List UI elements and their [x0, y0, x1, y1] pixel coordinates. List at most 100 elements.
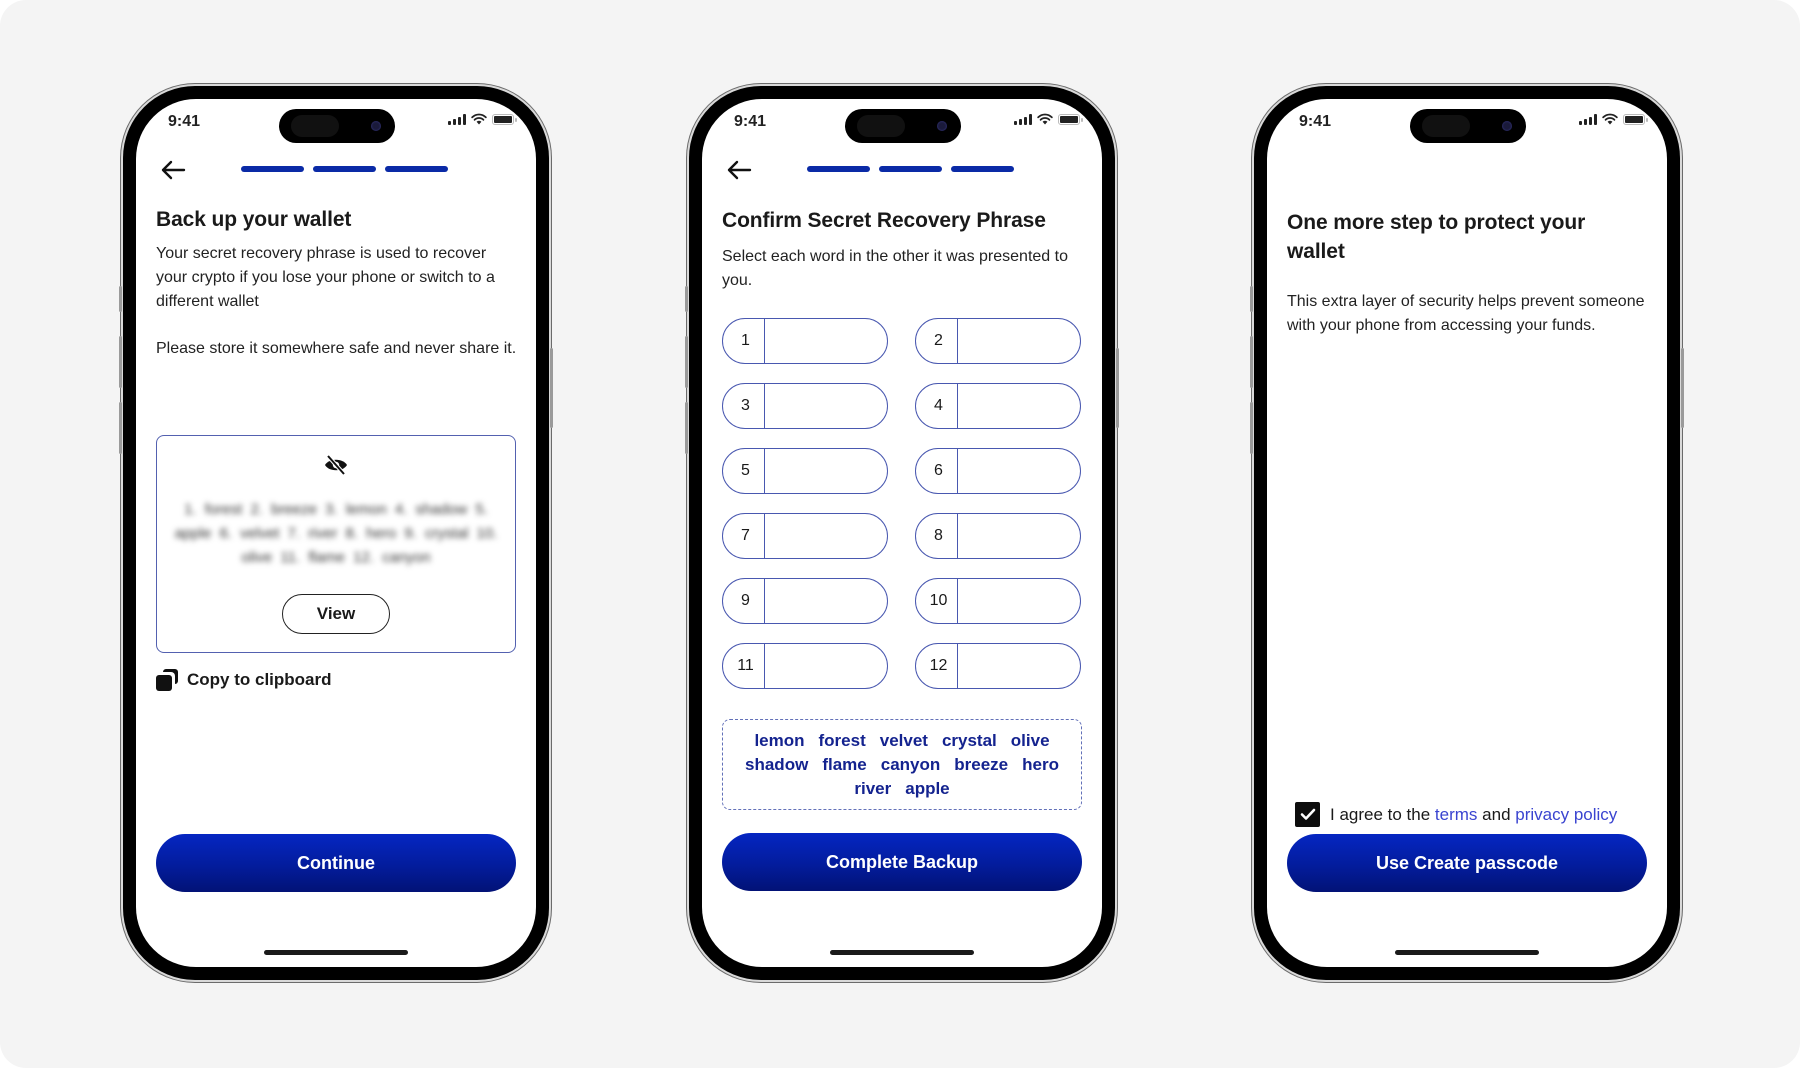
back-arrow-icon[interactable]: [158, 157, 188, 183]
word-chip[interactable]: forest: [819, 729, 866, 752]
volume-down-button: [1250, 402, 1253, 454]
action-button: [685, 286, 688, 312]
word-slot-number: 8: [916, 514, 958, 558]
privacy-policy-link[interactable]: privacy policy: [1515, 805, 1617, 824]
view-phrase-button[interactable]: View: [282, 594, 390, 634]
word-chip[interactable]: breeze: [954, 753, 1008, 776]
agree-and: and: [1482, 804, 1511, 824]
word-slot-number: 9: [723, 579, 765, 623]
signal-icon: [448, 113, 466, 125]
word-slot-value[interactable]: [765, 514, 887, 558]
status-time: 9:41: [1299, 113, 1332, 130]
screen: 9:41 Back up your wallet Your secret rec…: [136, 99, 536, 967]
word-slot-number: 10: [916, 579, 958, 623]
volume-down-button: [119, 402, 122, 454]
volume-up-button: [119, 336, 122, 388]
word-slot-8[interactable]: 8: [915, 513, 1081, 559]
word-slot-value[interactable]: [765, 319, 887, 363]
screen: 9:41 Confirm Secret Recovery Phrase Sele…: [702, 99, 1102, 967]
agree-terms-row: I agree to the terms and privacy policy: [1295, 802, 1617, 827]
word-slot-value[interactable]: [958, 644, 1080, 688]
word-slot-number: 12: [916, 644, 958, 688]
word-slot-value[interactable]: [765, 579, 887, 623]
home-indicator[interactable]: [830, 950, 974, 955]
word-slot-value[interactable]: [765, 644, 887, 688]
copy-label: Copy to clipboard: [187, 670, 332, 689]
status-time: 9:41: [734, 113, 767, 130]
page-title: One more step to protect your wallet: [1287, 211, 1586, 263]
word-chip[interactable]: shadow: [745, 753, 808, 776]
page-title: Confirm Secret Recovery Phrase: [722, 209, 1046, 232]
word-chip[interactable]: flame: [822, 753, 866, 776]
dynamic-island: [279, 109, 395, 143]
word-slot-2[interactable]: 2: [915, 318, 1081, 364]
word-slot-5[interactable]: 5: [722, 448, 888, 494]
home-indicator[interactable]: [264, 950, 408, 955]
word-slot-7[interactable]: 7: [722, 513, 888, 559]
word-slot-12[interactable]: 12: [915, 643, 1081, 689]
create-passcode-button[interactable]: Use Create passcode: [1287, 834, 1647, 892]
step-progress: [807, 166, 1014, 172]
word-chip[interactable]: olive: [1011, 729, 1050, 752]
recovery-phrase-box: 1. forest 2. breeze 3. lemon 4. shadow 5…: [156, 435, 516, 653]
copy-to-clipboard-button[interactable]: Copy to clipboard: [156, 669, 332, 691]
phone-confirm-phrase: 9:41 Confirm Secret Recovery Phrase Sele…: [685, 86, 1119, 980]
progress-step: [385, 166, 448, 172]
safety-note: Please store it somewhere safe and never…: [156, 340, 517, 357]
progress-step: [241, 166, 304, 172]
word-slot-grid: 1 2 3 4 5 6 7 8 9 10 11 12: [722, 318, 1082, 689]
status-icons: [1579, 113, 1648, 125]
camera-icon: [937, 121, 947, 131]
word-chip[interactable]: apple: [905, 777, 949, 800]
status-time: 9:41: [168, 113, 201, 130]
action-button: [119, 286, 122, 312]
wifi-icon: [1602, 113, 1618, 125]
word-slot-value[interactable]: [765, 449, 887, 493]
signal-icon: [1014, 113, 1032, 125]
wifi-icon: [471, 113, 487, 125]
word-slot-number: 3: [723, 384, 765, 428]
description-text: Your secret recovery phrase is used to r…: [156, 245, 495, 310]
terms-link[interactable]: terms: [1435, 805, 1478, 824]
step-progress: [241, 166, 448, 172]
word-chip[interactable]: lemon: [754, 729, 804, 752]
word-slot-value[interactable]: [765, 384, 887, 428]
eye-slash-icon: [325, 454, 347, 476]
word-slot-number: 1: [723, 319, 765, 363]
progress-step: [313, 166, 376, 172]
agree-checkbox[interactable]: [1295, 802, 1320, 827]
word-slot-value[interactable]: [958, 319, 1080, 363]
power-button: [550, 348, 553, 428]
volume-down-button: [685, 402, 688, 454]
word-chip[interactable]: hero: [1022, 753, 1059, 776]
copy-icon: [156, 669, 178, 691]
screen: 9:41 One more step to protect your walle…: [1267, 99, 1667, 967]
word-slot-6[interactable]: 6: [915, 448, 1081, 494]
back-arrow-icon[interactable]: [724, 157, 754, 183]
checkmark-icon: [1300, 808, 1315, 820]
word-slot-value[interactable]: [958, 384, 1080, 428]
word-slot-9[interactable]: 9: [722, 578, 888, 624]
word-chip[interactable]: velvet: [880, 729, 928, 752]
word-slot-value[interactable]: [958, 514, 1080, 558]
word-slot-1[interactable]: 1: [722, 318, 888, 364]
continue-button[interactable]: Continue: [156, 834, 516, 892]
status-icons: [1014, 113, 1083, 125]
word-slot-11[interactable]: 11: [722, 643, 888, 689]
word-slot-number: 7: [723, 514, 765, 558]
word-slot-3[interactable]: 3: [722, 383, 888, 429]
word-slot-number: 6: [916, 449, 958, 493]
word-slot-number: 4: [916, 384, 958, 428]
word-slot-value[interactable]: [958, 449, 1080, 493]
volume-up-button: [685, 336, 688, 388]
word-slot-10[interactable]: 10: [915, 578, 1081, 624]
word-slot-4[interactable]: 4: [915, 383, 1081, 429]
home-indicator[interactable]: [1395, 950, 1539, 955]
word-chip[interactable]: crystal: [942, 729, 997, 752]
word-chip[interactable]: canyon: [881, 753, 941, 776]
word-chip[interactable]: river: [854, 777, 891, 800]
word-slot-number: 11: [723, 644, 765, 688]
page-title: Back up your wallet: [156, 208, 352, 231]
complete-backup-button[interactable]: Complete Backup: [722, 833, 1082, 891]
word-slot-value[interactable]: [958, 579, 1080, 623]
